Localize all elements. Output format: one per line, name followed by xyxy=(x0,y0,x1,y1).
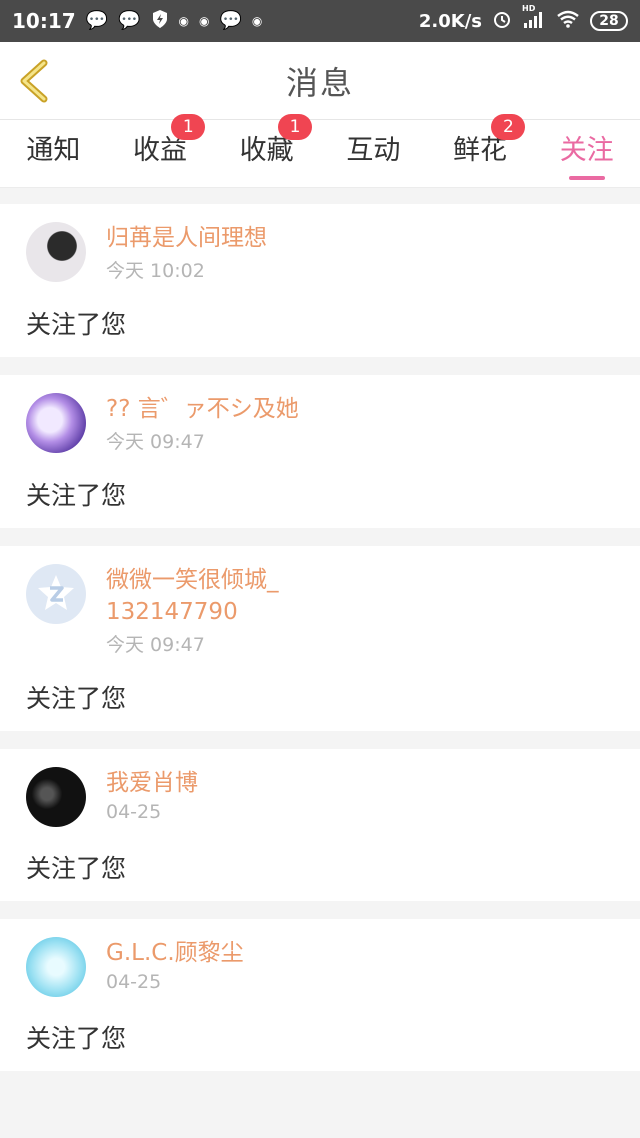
list-item-header: 微微一笑很倾城_132147790 今天 09:47 xyxy=(26,564,614,657)
app-icon: ◉ xyxy=(251,14,263,28)
list-item[interactable]: 我爱肖博 04-25 关注了您 xyxy=(0,749,640,901)
unread-badge: 1 xyxy=(171,113,206,140)
alarm-icon xyxy=(492,9,512,33)
username[interactable]: 归苒是人间理想 xyxy=(106,222,267,254)
app-icon: ◉ xyxy=(199,14,210,28)
net-speed: 2.0K/s xyxy=(418,10,482,32)
action-text: 关注了您 xyxy=(26,854,127,883)
avatar[interactable] xyxy=(26,937,86,997)
user-meta: 归苒是人间理想 今天 10:02 xyxy=(106,222,267,283)
status-time: 10:17 xyxy=(12,9,76,33)
shield-icon xyxy=(151,9,169,33)
action-text: 关注了您 xyxy=(26,1024,127,1053)
tab-flowers[interactable]: 鲜花 2 xyxy=(427,113,534,188)
username[interactable]: G.L.C.顾黎尘 xyxy=(106,937,244,969)
tab-label: 通知 xyxy=(26,134,81,166)
user-meta: 微微一笑很倾城_132147790 今天 09:47 xyxy=(106,564,286,657)
timestamp: 今天 09:47 xyxy=(106,431,205,453)
avatar[interactable] xyxy=(26,564,86,624)
tab-earnings[interactable]: 收益 1 xyxy=(107,113,214,188)
action-text: 关注了您 xyxy=(26,481,127,510)
list-item-header: ?? 言゛ァ不シ及她 今天 09:47 xyxy=(26,393,614,454)
list-item[interactable]: 归苒是人间理想 今天 10:02 关注了您 xyxy=(0,204,640,357)
app-header: 消息 xyxy=(0,42,640,120)
tab-label: 互动 xyxy=(346,134,401,166)
list-item-header: G.L.C.顾黎尘 04-25 xyxy=(26,937,614,997)
status-bar-right: 2.0K/s HD 28 xyxy=(418,5,628,33)
timestamp: 04-25 xyxy=(106,971,162,993)
signal-icon: HD xyxy=(522,5,546,33)
back-button[interactable] xyxy=(14,57,54,105)
username[interactable]: 我爱肖博 xyxy=(106,767,198,799)
list-item-header: 我爱肖博 04-25 xyxy=(26,767,614,827)
user-meta: G.L.C.顾黎尘 04-25 xyxy=(106,937,244,993)
wechat-icon: 💬 xyxy=(118,10,141,31)
tab-notifications[interactable]: 通知 xyxy=(0,120,107,188)
list-item[interactable]: ?? 言゛ァ不シ及她 今天 09:47 关注了您 xyxy=(0,375,640,528)
chevron-left-icon xyxy=(20,59,48,103)
status-bar: 10:17 💬 💬 ◉ ◉ 💬 ◉ 2.0K/s HD 28 xyxy=(0,0,640,42)
battery-icon: 28 xyxy=(590,11,628,31)
user-meta: ?? 言゛ァ不シ及她 今天 09:47 xyxy=(106,393,299,454)
avatar[interactable] xyxy=(26,767,86,827)
tab-following[interactable]: 关注 xyxy=(533,120,640,188)
default-avatar-icon xyxy=(38,575,74,610)
tab-label: 关注 xyxy=(559,134,614,166)
tab-favorites[interactable]: 收藏 1 xyxy=(213,113,320,188)
avatar[interactable] xyxy=(26,393,86,453)
timestamp: 04-25 xyxy=(106,801,162,823)
status-bar-left: 10:17 💬 💬 ◉ ◉ 💬 ◉ xyxy=(12,9,262,33)
username[interactable]: ?? 言゛ァ不シ及她 xyxy=(106,393,299,425)
wifi-icon xyxy=(556,10,580,32)
user-meta: 我爱肖博 04-25 xyxy=(106,767,198,823)
action-text: 关注了您 xyxy=(26,310,127,339)
unread-badge: 2 xyxy=(491,113,526,140)
timestamp: 今天 10:02 xyxy=(106,260,205,282)
signal-label: HD xyxy=(522,4,536,13)
wechat-icon: 💬 xyxy=(85,10,109,31)
unread-badge: 1 xyxy=(278,113,313,140)
app-icon: ◉ xyxy=(178,14,189,28)
page-title: 消息 xyxy=(285,63,354,102)
username[interactable]: 微微一笑很倾城_132147790 xyxy=(106,564,286,628)
tab-interactions[interactable]: 互动 xyxy=(320,120,427,188)
action-text: 关注了您 xyxy=(26,684,127,713)
follow-list: 归苒是人间理想 今天 10:02 关注了您 ?? 言゛ァ不シ及她 今天 09:4… xyxy=(0,188,640,1071)
list-item[interactable]: 微微一笑很倾城_132147790 今天 09:47 关注了您 xyxy=(0,546,640,731)
wechat-icon: 💬 xyxy=(219,10,242,31)
list-item[interactable]: G.L.C.顾黎尘 04-25 关注了您 xyxy=(0,919,640,1071)
list-item-header: 归苒是人间理想 今天 10:02 xyxy=(26,222,614,283)
timestamp: 今天 09:47 xyxy=(106,634,205,656)
avatar[interactable] xyxy=(26,222,86,282)
tab-bar: 通知 收益 1 收藏 1 互动 鲜花 2 关注 xyxy=(0,113,640,188)
